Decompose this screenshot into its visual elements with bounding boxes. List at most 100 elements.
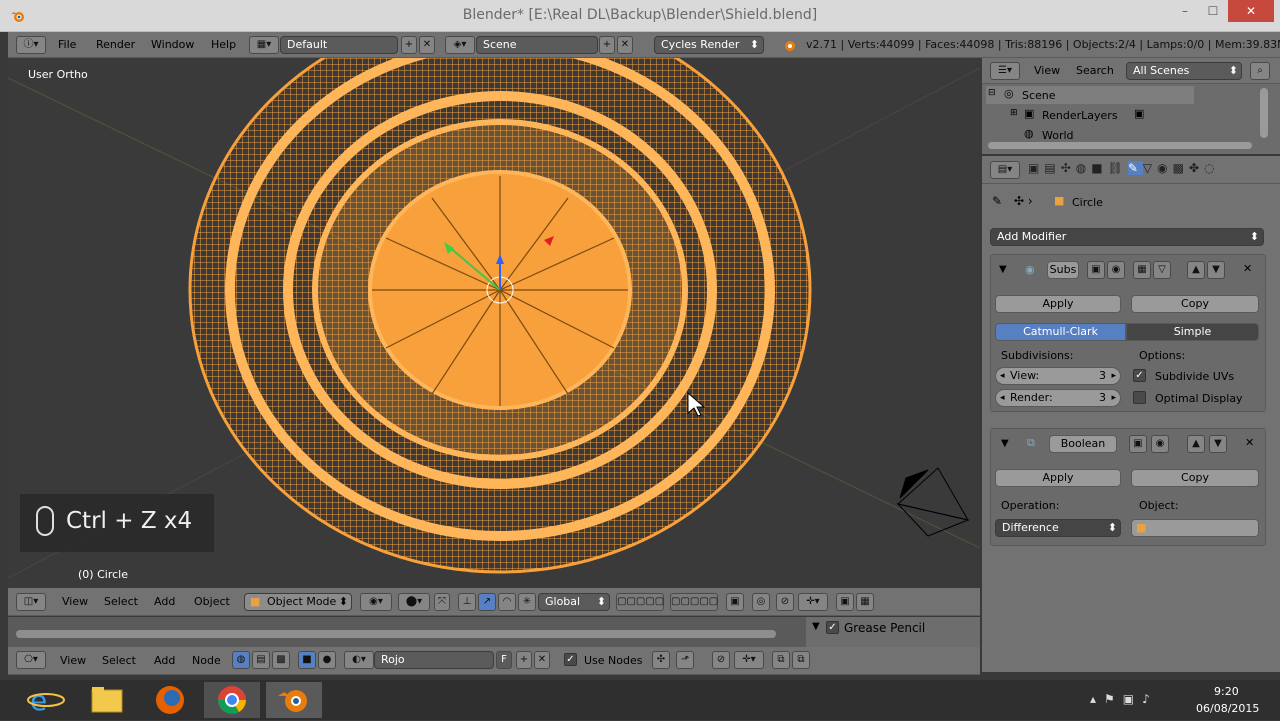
firefox-icon[interactable] [142,682,198,718]
increment-icon[interactable]: ▸ [1111,390,1116,406]
particles-tab-icon[interactable]: ✤ [1189,161,1204,175]
operation-dropdown[interactable]: Difference ⬍ [995,519,1121,537]
view-subdivisions-field[interactable]: ◂ View: 3 ▸ [995,367,1121,385]
timeline-scrollbar[interactable] [16,630,776,638]
renderlayer-toggle-icon[interactable]: ▣ [1134,107,1144,120]
new-material-button[interactable]: + [516,651,532,669]
scale-arrows-icon[interactable]: ✳ [518,593,536,611]
rotate-icon[interactable]: ↗ [478,593,496,611]
texture-tab-icon[interactable]: ▩ [1173,161,1189,175]
explorer-icon[interactable] [80,682,136,718]
tray-icons[interactable]: ▴⚑▣♪ [1090,692,1158,706]
translate-icon[interactable]: ⊥ [458,593,476,611]
editmode-toggle-icon[interactable]: ▦ [1133,261,1151,279]
subsurf-apply-button[interactable]: Apply [995,295,1121,313]
scene-icon[interactable]: ◈▾ [445,36,475,54]
snap-node-target-icon[interactable]: ✛▾ [734,651,764,669]
scene-tab-icon[interactable]: ✣ [1061,161,1076,175]
pin-icon[interactable]: ✎ [992,194,1002,208]
world-shader-icon[interactable]: ● [318,651,336,669]
manipulator-icon[interactable]: ⤧ [434,593,450,611]
scenes-dropdown[interactable]: All Scenes ⬍ [1126,62,1242,80]
pivot-button[interactable]: ⬤▾ [398,593,430,611]
add-layout-button[interactable]: + [401,36,417,54]
layers-grid-b[interactable]: ▢▢▢▢▢ [670,593,718,611]
remove-scene-button[interactable]: ✕ [617,36,633,54]
menu-object[interactable]: Object [194,589,230,615]
boolean-copy-button[interactable]: Copy [1131,469,1259,487]
3d-viewport[interactable]: User Ortho (0) Circle Ctrl + Z x4 [8,58,980,588]
unlink-material-button[interactable]: ✕ [534,651,550,669]
editor-type-node-button[interactable]: ⎔▾ [16,651,46,669]
menu-node-node[interactable]: Node [192,648,221,674]
menu-add[interactable]: Add [154,589,175,615]
clock-time[interactable]: 9:20 [1214,685,1239,698]
render-engine-dropdown[interactable]: Cycles Render ⬍ [654,36,764,54]
increment-icon[interactable]: ▸ [1111,368,1116,384]
menu-render[interactable]: Render [96,32,135,58]
add-modifier-dropdown[interactable]: Add Modifier ⬍ [990,228,1264,246]
decrement-icon[interactable]: ◂ [1000,390,1005,406]
menu-window[interactable]: Window [151,32,194,58]
viewport-toggle-icon[interactable]: ◉ [1107,261,1125,279]
parent-node-icon[interactable]: ⬏ [676,651,694,669]
compositor-icon[interactable]: ▤ [252,651,270,669]
render-preview-icon[interactable]: ▣ [836,593,854,611]
outliner-vscrollbar[interactable] [1260,88,1268,138]
texture-node-icon[interactable]: ▩ [272,651,290,669]
outliner-search-icon[interactable]: ⌕ [1250,62,1270,80]
move-down-icon[interactable]: ▼ [1207,261,1225,279]
render-toggle-icon[interactable]: ▣ [1129,435,1147,453]
collapse-arrow-icon[interactable]: ▼ [812,621,820,632]
remove-layout-button[interactable]: ✕ [419,36,435,54]
render-toggle-icon[interactable]: ▣ [1087,261,1105,279]
data-tab-icon[interactable]: ▽ [1143,161,1157,175]
outliner-menu-view[interactable]: View [1034,58,1060,84]
layers-grid-a[interactable]: ▢▢▢▢▢ [616,593,664,611]
menu-select[interactable]: Select [104,589,138,615]
orientation-dropdown[interactable]: Global ⬍ [538,593,610,611]
menu-node-view[interactable]: View [60,648,86,674]
object-tab-icon[interactable]: ■ [1091,161,1107,175]
boolean-apply-button[interactable]: Apply [995,469,1121,487]
layout-field[interactable]: Default [280,36,398,54]
scene-field[interactable]: Scene [476,36,598,54]
remove-modifier-icon[interactable]: ✕ [1243,262,1252,275]
viewport-shading-button[interactable]: ◉▾ [360,593,392,611]
cage-toggle-icon[interactable]: ▽ [1153,261,1171,279]
timeline-strip[interactable]: ▼ ✓ Grease Pencil [8,617,980,647]
world-tab-icon[interactable]: ◍ [1076,161,1091,175]
move-up-icon[interactable]: ▲ [1187,261,1205,279]
clock-date[interactable]: 06/08/2015 [1196,702,1259,715]
render-camera-icon[interactable]: ▦ [856,593,874,611]
physics-tab-icon[interactable]: ◌ [1204,161,1219,175]
menu-node-select[interactable]: Select [102,648,136,674]
menu-view[interactable]: View [62,589,88,615]
expand-icon[interactable]: ⊞ [1010,108,1018,118]
shader-node-icon[interactable]: ◍ [232,651,250,669]
outliner-row-scene[interactable]: ⊟ ◎ Scene [986,86,1194,104]
editor-type-3d-button[interactable]: ◫▾ [16,593,46,611]
outliner-row-world[interactable]: ◍ World [986,126,1194,142]
menu-help[interactable]: Help [211,32,236,58]
pin-node-icon[interactable]: ✣ [652,651,670,669]
blender-icon[interactable] [266,682,322,718]
grease-pencil-checkbox[interactable]: ✓ [826,621,839,634]
outliner-hscrollbar[interactable] [988,142,1252,149]
proportional-edit-icon[interactable]: ◎ [752,593,770,611]
close-button[interactable]: ✕ [1228,0,1274,22]
move-up-icon[interactable]: ▲ [1187,435,1205,453]
outliner-menu-search[interactable]: Search [1076,58,1114,84]
menu-file[interactable]: File [58,32,76,58]
ie-icon[interactable]: e [18,682,74,718]
constraints-tab-icon[interactable]: ⛓ [1108,161,1128,175]
modifier-tab-icon[interactable]: ✎ [1127,161,1143,175]
material-tab-icon[interactable]: ◉ [1157,161,1172,175]
optimal-display-checkbox[interactable] [1133,391,1146,404]
expand-icon[interactable]: ⊟ [988,88,996,98]
catmull-clark-tab[interactable]: Catmull-Clark [995,323,1126,341]
paste-node-icon[interactable]: ⧉ [792,651,810,669]
use-nodes-checkbox[interactable]: ✓ [564,653,577,666]
viewport-toggle-icon[interactable]: ◉ [1151,435,1169,453]
fake-user-button[interactable]: F [496,651,512,669]
